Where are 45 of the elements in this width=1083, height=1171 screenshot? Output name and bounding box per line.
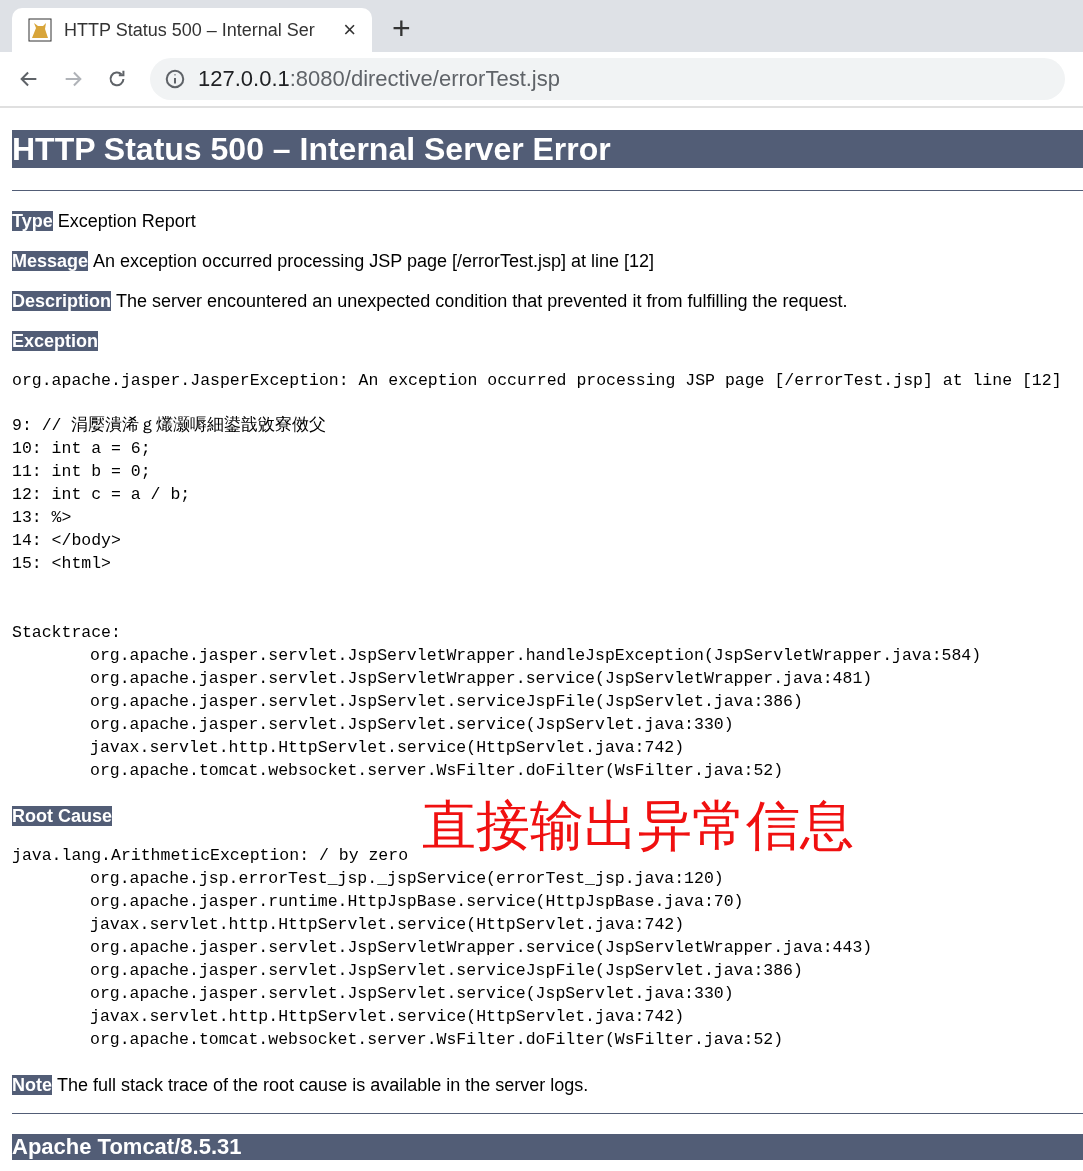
field-label: Note [12,1075,52,1095]
field-value: The full stack trace of the root cause is available in the server logs. [57,1075,589,1095]
server-version: Apache Tomcat/8.5.31 [12,1134,1083,1160]
code-line: 9: // 涓嬮潰浠ｇ爜灏嗕細鍙戠敓寮傚父 [12,414,328,437]
page-heading: HTTP Status 500 – Internal Server Error [12,130,1083,168]
code-line: 10: int a = 6; [12,438,152,460]
cat-icon [28,18,52,42]
stack-frame: org.apache.jasper.servlet.JspServletWrapper.service(JspServletWrapper.java:443) [12,936,1083,959]
tab-title: HTTP Status 500 – Internal Ser [64,19,316,41]
new-tab-button[interactable]: + [392,8,411,52]
stack-frame: javax.servlet.http.HttpServlet.service(HttpServlet.java:742) [12,736,1083,759]
field-label: Message [12,251,89,271]
close-icon[interactable]: × [343,17,356,43]
stack-frame: org.apache.jasper.servlet.JspServlet.serviceJspFile(JspServlet.java:386) [12,959,1083,982]
section-label: Exception [12,331,99,351]
annotation-text: 直接输出异常信息 [422,793,854,859]
stack-frame: org.apache.jasper.servlet.JspServlet.serviceJspFile(JspServlet.java:386) [12,690,1083,713]
stack-frame: org.apache.jsp.errorTest_jsp._jspService(errorTest_jsp.java:120) [12,867,1083,890]
info-icon[interactable] [164,68,186,90]
field-value: Exception Report [57,211,196,231]
browser-tab[interactable]: HTTP Status 500 – Internal Ser × [12,8,372,52]
stack-frame: org.apache.tomcat.websocket.server.WsFilter.doFilter(WsFilter.java:52) [12,759,1083,782]
field-value: An exception occurred processing JSP page [/errorTest.jsp] at line [12] [93,251,655,271]
stack-frame: org.apache.jasper.servlet.JspServlet.service(JspServlet.java:330) [12,982,1083,1005]
stack-frame: org.apache.jasper.runtime.HttpJspBase.service(HttpJspBase.java:70) [12,890,1083,913]
code-line: 15: <html> [12,553,113,575]
stacktrace-label: Stacktrace: [12,622,122,644]
field-label: Type [12,211,53,231]
code-line: 12: int c = a / b; [12,484,192,506]
code-line: 11: int b = 0; [12,461,152,483]
stack-frame: org.apache.jasper.servlet.JspServletWrapper.handleJspException(JspServletWrapper.java:584) [12,644,1083,667]
address-bar[interactable]: 127.0.0.1:8080/directive/errorTest.jsp [150,58,1065,100]
stack-frame: javax.servlet.http.HttpServlet.service(HttpServlet.java:742) [12,913,1083,936]
stack-frame: org.apache.jasper.servlet.JspServlet.service(JspServlet.java:330) [12,713,1083,736]
stack-frame: org.apache.jasper.servlet.JspServletWrapper.service(JspServletWrapper.java:481) [12,667,1083,690]
stack-frame: javax.servlet.http.HttpServlet.service(HttpServlet.java:742) [12,1005,1083,1028]
field-value: The server encountered an unexpected condition that prevented it from fulfilling the request. [116,291,848,311]
code-line: 14: </body> [12,530,122,552]
code-line: 13: %> [12,507,73,529]
section-label: Root Cause [12,806,112,826]
exception-message: java.lang.ArithmeticException: / by zero [12,845,410,867]
stack-frame: org.apache.tomcat.websocket.server.WsFilter.doFilter(WsFilter.java:52) [12,1028,1083,1051]
field-label: Description [12,291,112,311]
exception-message: org.apache.jasper.JasperException: An exception occurred processing JSP page [/errorTest.jsp] at line [12] [12,370,1063,392]
url-text: 127.0.0.1:8080/directive/errorTest.jsp [198,66,560,92]
